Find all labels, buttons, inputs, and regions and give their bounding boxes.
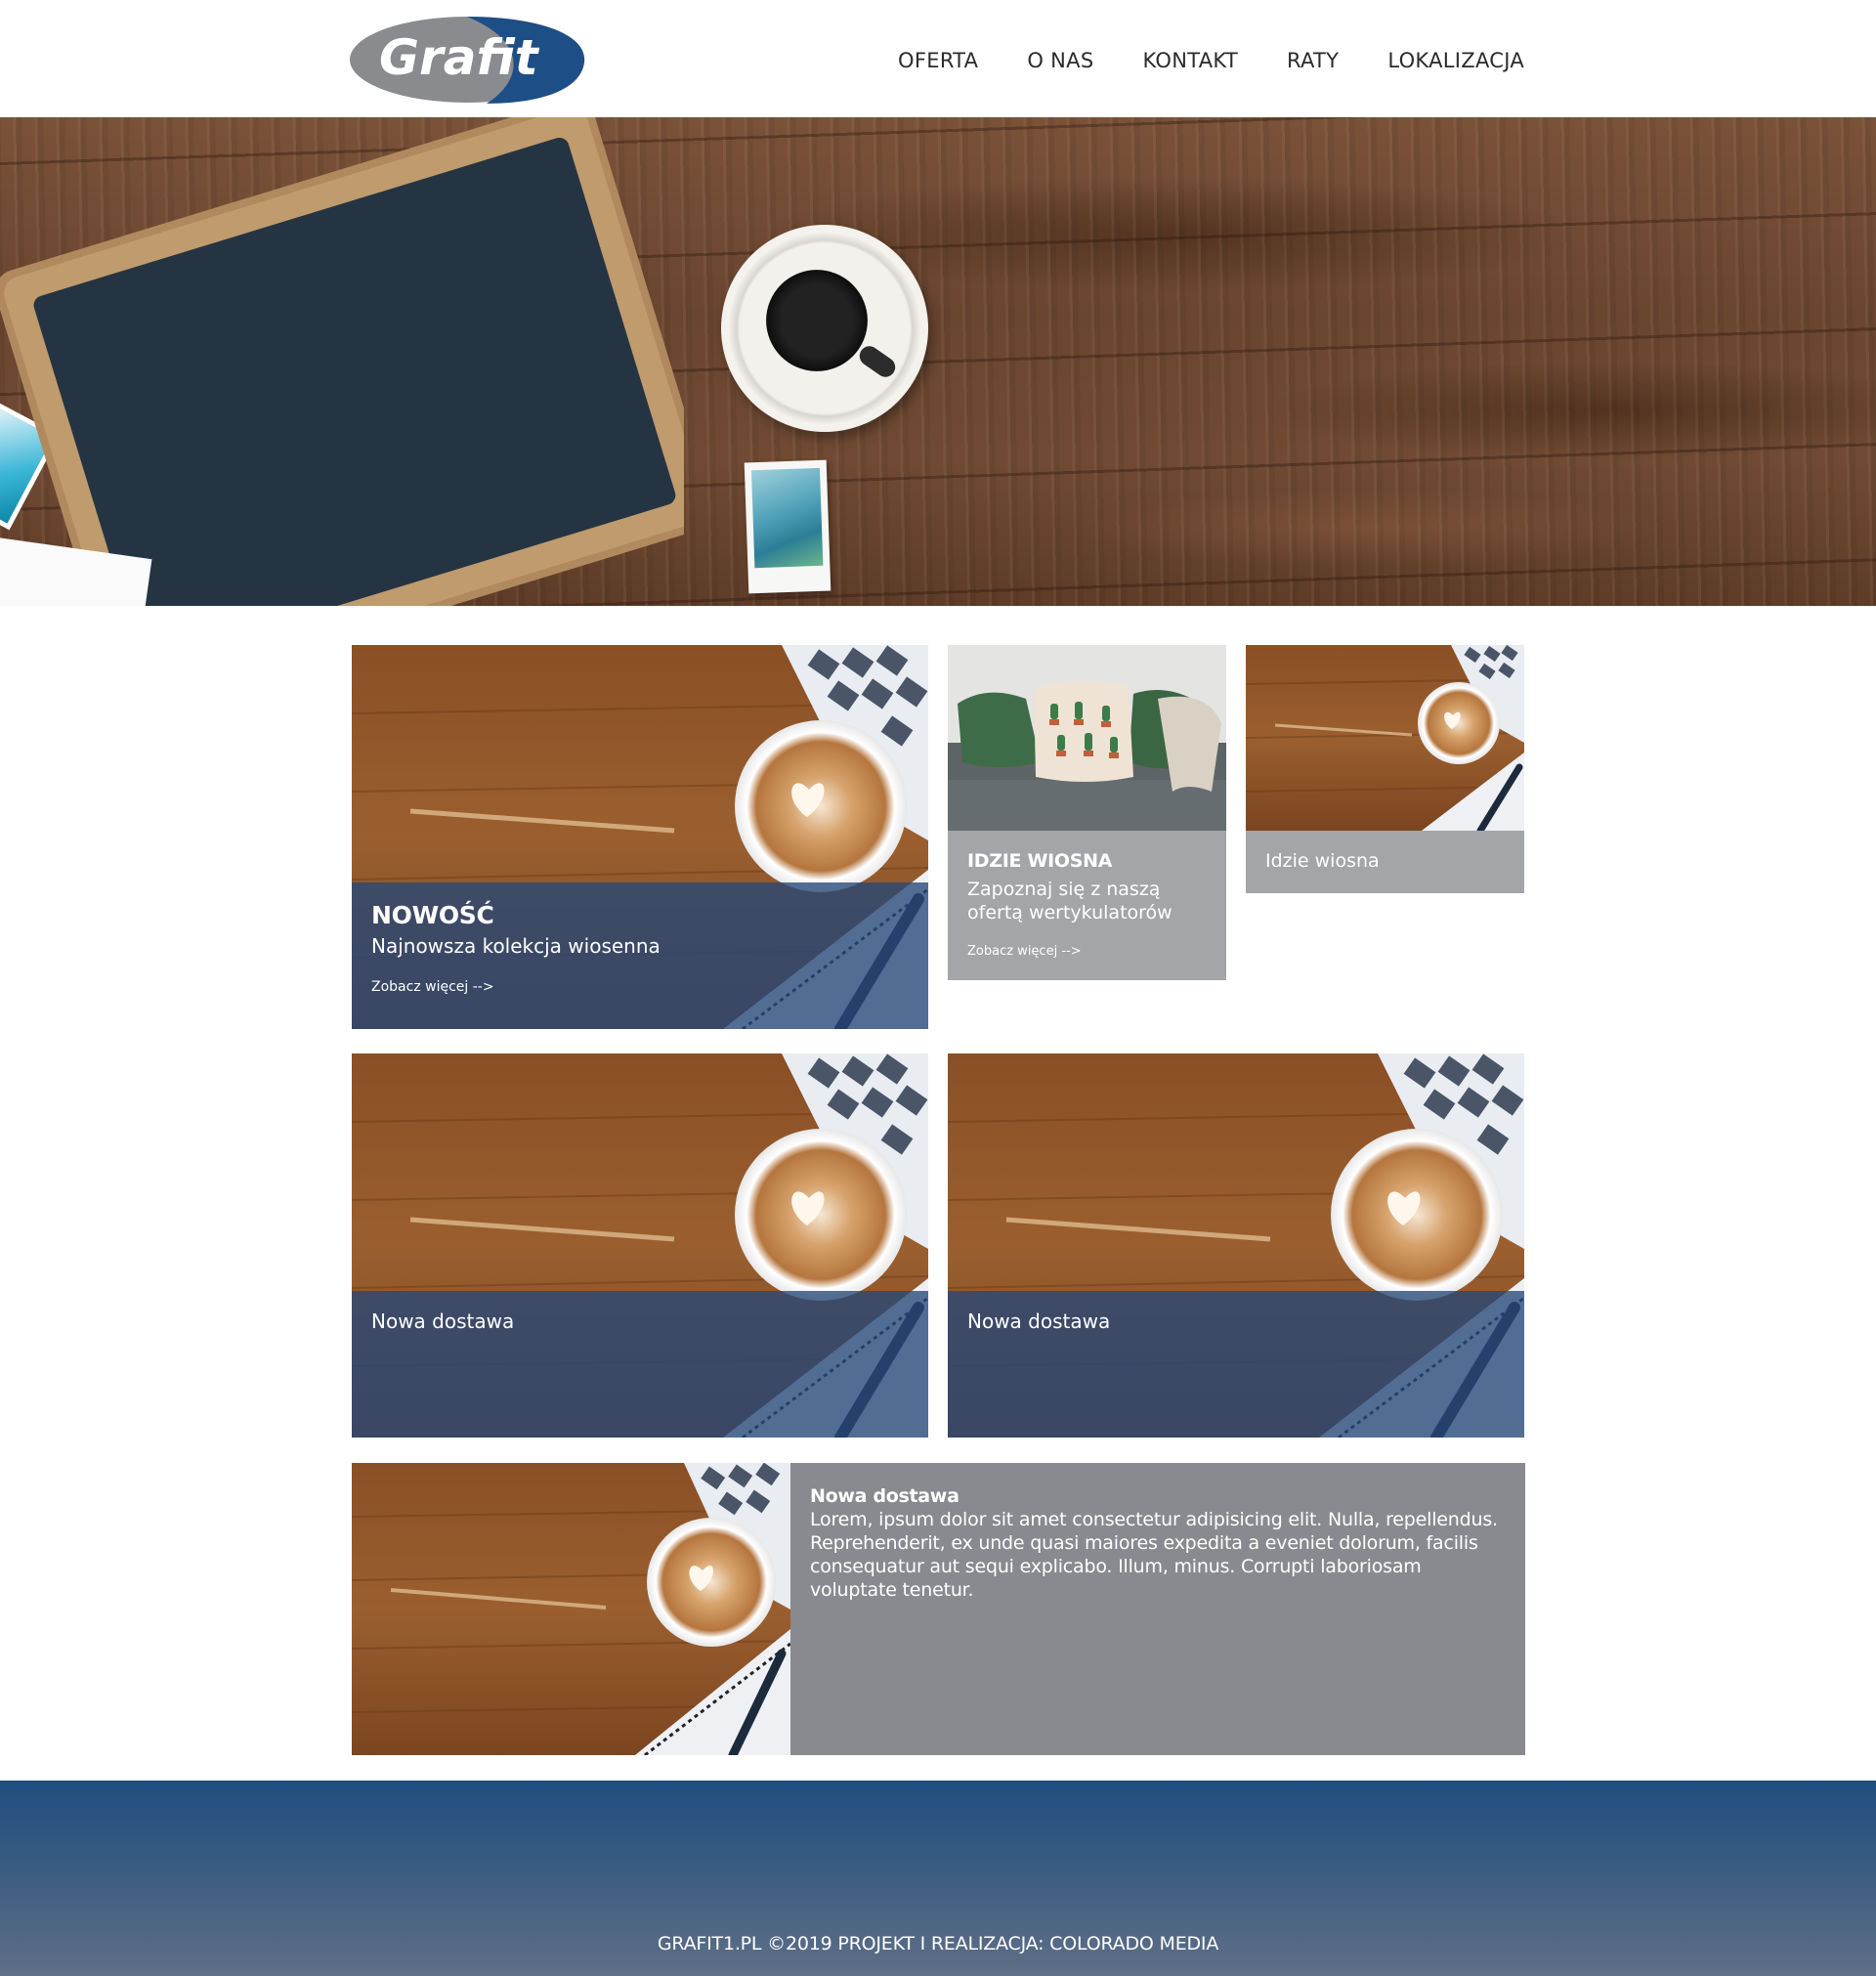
tile-nowa-dostawa-left[interactable]: Nowa dostawa — [352, 1053, 928, 1438]
tile-label: Nowa dostawa — [967, 1310, 1111, 1333]
site-footer: GRAFIT1.PL ©2019 PROJEKT I REALIZACJA: C… — [0, 1781, 1876, 1976]
sofa-image — [948, 645, 1226, 831]
latte-image — [352, 1463, 790, 1755]
tile-idzie-wiosna-small[interactable]: Idzie wiosna — [1246, 645, 1524, 893]
wide-tile-text-panel: Nowa dostawa Lorem, ipsum dolor sit amet… — [790, 1463, 1525, 1755]
nav-item-kontakt[interactable]: KONTAKT — [1142, 47, 1238, 74]
nav-item-lokalizacja[interactable]: LOKALIZACJA — [1387, 47, 1524, 74]
logo-text: Grafit — [379, 29, 540, 86]
tile-subtitle: Najnowsza kolekcja wiosenna — [371, 934, 661, 958]
tile-idzie-wiosna[interactable]: IDZIE WIOSNA Zapoznaj się z naszą ofertą… — [948, 645, 1226, 980]
grafit-logo[interactable]: Grafit — [350, 14, 588, 106]
chalkboard-image — [0, 117, 684, 606]
tile-title: NOWOŚĆ — [371, 901, 494, 929]
see-more-link[interactable]: Zobacz więcej --> — [967, 944, 1082, 959]
wide-tile-title: Nowa dostawa — [810, 1485, 959, 1507]
tile-title: IDZIE WIOSNA — [967, 850, 1113, 872]
main-nav: OFERTA O NAS KONTAKT RATY LOKALIZACJA — [898, 47, 1524, 74]
site-header: Grafit OFERTA O NAS KONTAKT RATY LOKALIZ… — [0, 0, 1876, 117]
tile-label: Idzie wiosna — [1265, 850, 1380, 872]
tile-nowa-dostawa-wide[interactable]: Nowa dostawa Lorem, ipsum dolor sit amet… — [352, 1463, 1525, 1755]
latte-image — [1246, 645, 1524, 831]
nav-item-raty[interactable]: RATY — [1287, 47, 1339, 74]
hero-banner — [0, 117, 1876, 606]
wide-tile-body: Lorem, ipsum dolor sit amet consectetur … — [810, 1509, 1498, 1601]
tile-nowosc[interactable]: NOWOŚĆ Najnowsza kolekcja wiosenna Zobac… — [352, 645, 928, 1029]
coffee-cup-image — [721, 225, 928, 432]
nav-item-o-nas[interactable]: O NAS — [1027, 47, 1093, 74]
see-more-link[interactable]: Zobacz więcej --> — [371, 979, 494, 995]
tile-label: Nowa dostawa — [371, 1310, 515, 1333]
footer-copyright: GRAFIT1.PL ©2019 PROJEKT I REALIZACJA: C… — [657, 1933, 1219, 1955]
polaroid-photo — [744, 459, 831, 594]
tile-subtitle: Zapoznaj się z naszą ofertą wertykulator… — [967, 879, 1172, 924]
tile-nowa-dostawa-right[interactable]: Nowa dostawa — [948, 1053, 1524, 1438]
nav-item-oferta[interactable]: OFERTA — [898, 47, 978, 74]
